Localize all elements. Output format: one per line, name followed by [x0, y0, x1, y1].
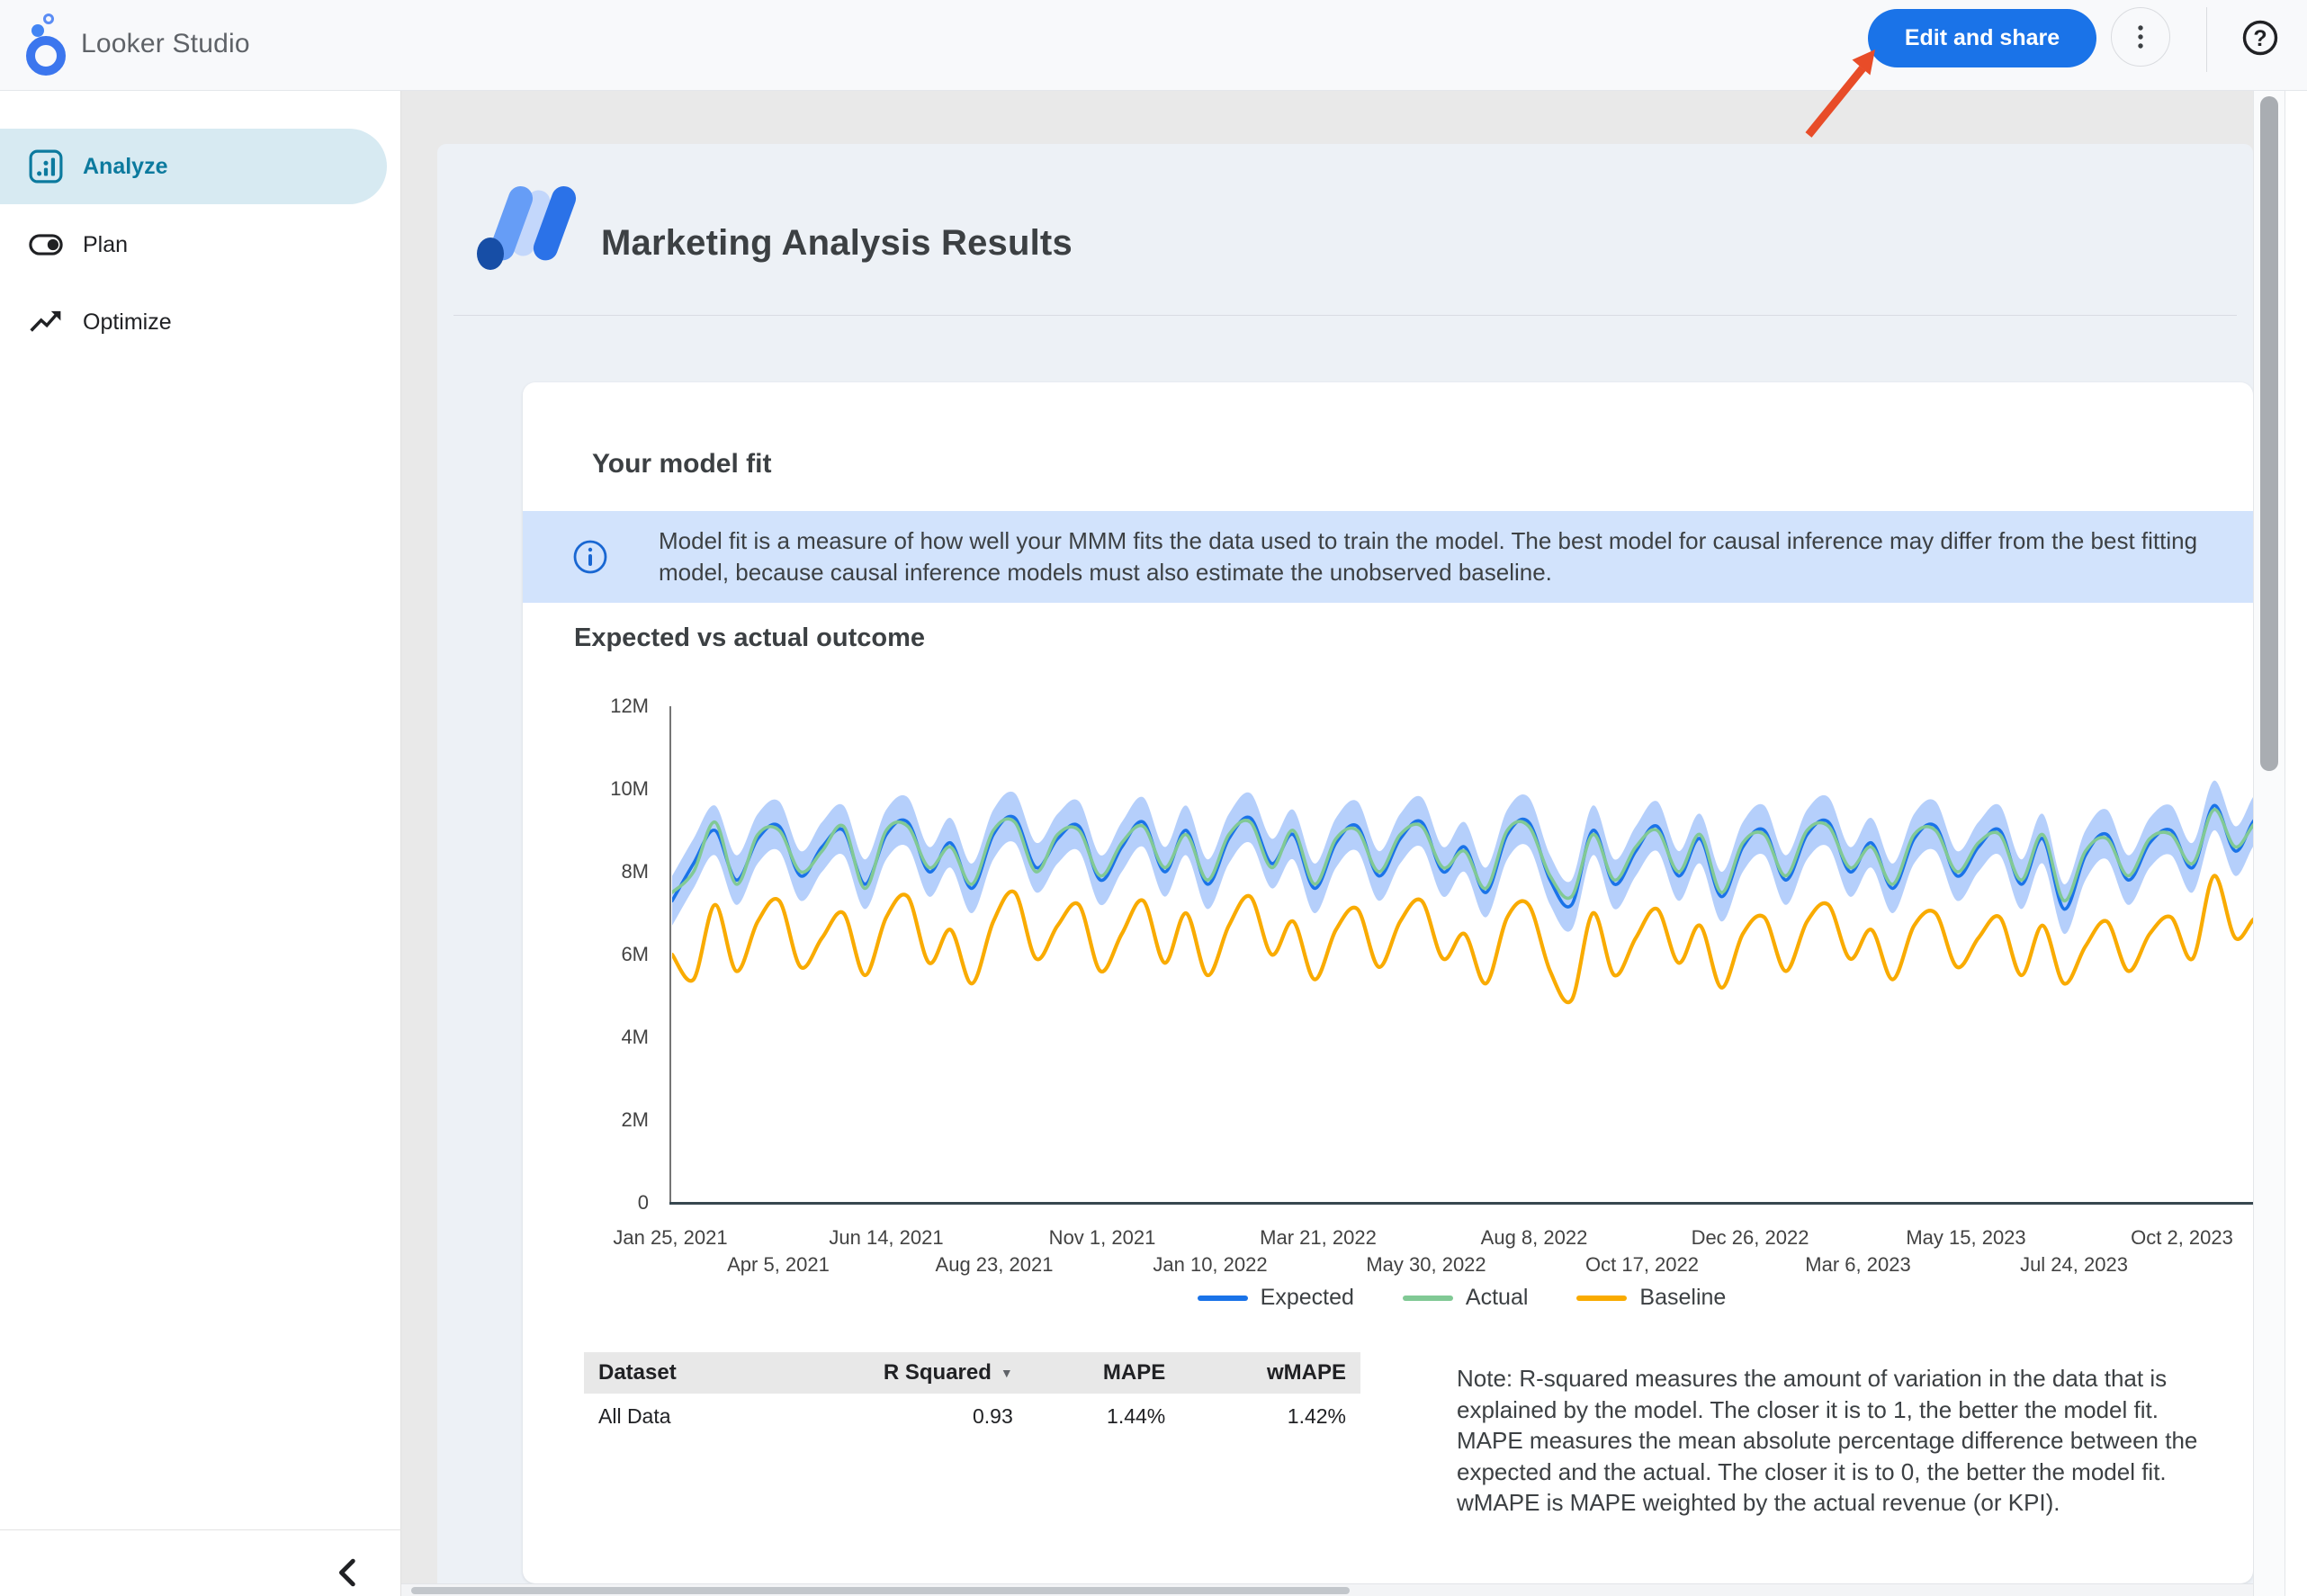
legend-swatch: [1198, 1296, 1248, 1301]
sidebar: Analyze Plan Optimize: [0, 91, 401, 1596]
help-button[interactable]: ?: [2240, 18, 2280, 58]
table-header-mape[interactable]: MAPE: [1028, 1352, 1180, 1394]
svg-text:?: ?: [2253, 26, 2267, 51]
header-divider: [2206, 7, 2207, 72]
sidebar-collapse-button[interactable]: [324, 1548, 374, 1596]
info-banner: Model fit is a measure of how well your …: [523, 511, 2253, 603]
marketing-platform-logo-icon: [475, 176, 579, 275]
x-tick-label: Aug 23, 2021: [936, 1253, 1054, 1277]
y-tick-label: 8M: [559, 860, 649, 883]
y-tick-label: 0: [559, 1191, 649, 1215]
x-tick-label: May 15, 2023: [1906, 1226, 2025, 1250]
legend-swatch: [1403, 1296, 1453, 1301]
sort-desc-icon: ▼: [1001, 1366, 1013, 1380]
sidebar-item-optimize[interactable]: Optimize: [0, 295, 387, 349]
sidebar-item-analyze[interactable]: Analyze: [0, 129, 387, 204]
chevron-left-icon: [331, 1555, 367, 1591]
table-cell: 1.44%: [1028, 1394, 1180, 1440]
horizontal-scrollbar-track[interactable]: [401, 1583, 2253, 1596]
chart-y-axis: [669, 706, 671, 1205]
x-tick-label: Oct 2, 2023: [2131, 1226, 2233, 1250]
help-icon: ?: [2240, 18, 2280, 58]
right-gutter: [2286, 91, 2307, 1596]
looker-studio-screen: Looker Studio Edit and share ?: [0, 0, 2307, 1596]
sidebar-divider: [0, 1529, 401, 1530]
app-header: Looker Studio Edit and share ?: [0, 0, 2307, 91]
chart-plot-area: [672, 706, 2253, 1203]
info-icon: [572, 539, 608, 575]
app-title: Looker Studio: [81, 29, 250, 59]
table-header-wmape[interactable]: wMAPE: [1180, 1352, 1360, 1394]
analyze-chart-icon: [29, 149, 63, 184]
model-fit-card: Your model fit Model fit is a measure of…: [523, 382, 2253, 1583]
x-tick-label: Nov 1, 2021: [1049, 1226, 1156, 1250]
edit-and-share-button[interactable]: Edit and share: [1868, 9, 2096, 67]
toggle-icon: [29, 228, 63, 262]
card-title: Your model fit: [592, 449, 771, 480]
more-options-button[interactable]: [2111, 7, 2170, 67]
chart-title: Expected vs actual outcome: [574, 623, 925, 653]
legend-item-expected: Expected: [1198, 1285, 1354, 1311]
x-tick-label: Oct 17, 2022: [1585, 1253, 1699, 1277]
legend-item-baseline: Baseline: [1576, 1285, 1726, 1311]
chart-legend: Expected Actual Baseline: [670, 1285, 2253, 1311]
x-tick-label: Jul 24, 2023: [2020, 1253, 2128, 1277]
table-cell: 1.42%: [1180, 1394, 1360, 1440]
x-tick-label: Mar 6, 2023: [1805, 1253, 1910, 1277]
table-empty-area: [584, 1440, 1360, 1577]
x-tick-label: Jan 25, 2021: [613, 1226, 727, 1250]
sidebar-item-plan[interactable]: Plan: [0, 218, 387, 272]
x-tick-label: Apr 5, 2021: [727, 1253, 830, 1277]
y-tick-label: 6M: [559, 943, 649, 966]
looker-studio-logo-icon: [18, 11, 74, 79]
table-row: All Data0.931.44%1.42%: [584, 1394, 1360, 1440]
x-tick-label: Dec 26, 2022: [1692, 1226, 1809, 1250]
legend-item-actual: Actual: [1403, 1285, 1528, 1311]
model-fit-table: DatasetR Squared▼MAPEwMAPEAll Data0.931.…: [584, 1352, 1360, 1441]
model-fit-note: Note: R-squared measures the amount of v…: [1457, 1363, 2229, 1519]
legend-label: Expected: [1261, 1285, 1354, 1311]
legend-label: Actual: [1466, 1285, 1528, 1311]
legend-label: Baseline: [1639, 1285, 1726, 1311]
sidebar-item-label: Optimize: [83, 309, 172, 336]
x-tick-label: Jun 14, 2021: [829, 1226, 943, 1250]
table-header-dataset[interactable]: Dataset: [584, 1352, 763, 1394]
legend-swatch: [1576, 1296, 1627, 1301]
y-tick-label: 2M: [559, 1108, 649, 1132]
x-tick-label: May 30, 2022: [1366, 1253, 1486, 1277]
info-banner-text: Model fit is a measure of how well your …: [659, 525, 2233, 588]
sidebar-item-label: Plan: [83, 232, 128, 258]
kebab-menu-icon: [2124, 21, 2157, 53]
table-header-r-squared[interactable]: R Squared▼: [763, 1352, 1028, 1394]
report-title: Marketing Analysis Results: [601, 223, 1073, 264]
x-tick-label: Mar 21, 2022: [1260, 1226, 1377, 1250]
sidebar-item-label: Analyze: [83, 154, 167, 180]
horizontal-scrollbar-thumb[interactable]: [411, 1587, 1350, 1594]
x-tick-label: Jan 10, 2022: [1153, 1253, 1267, 1277]
table-cell: 0.93: [763, 1394, 1028, 1440]
x-tick-label: Aug 8, 2022: [1481, 1226, 1588, 1250]
vertical-scrollbar-track[interactable]: [2253, 91, 2285, 1596]
y-tick-label: 4M: [559, 1026, 649, 1049]
y-tick-label: 12M: [559, 695, 649, 718]
vertical-scrollbar-thumb[interactable]: [2260, 96, 2278, 771]
trending-up-icon: [29, 305, 63, 339]
table-cell: All Data: [584, 1394, 763, 1440]
report-header-divider: [453, 315, 2237, 316]
y-tick-label: 10M: [559, 777, 649, 801]
